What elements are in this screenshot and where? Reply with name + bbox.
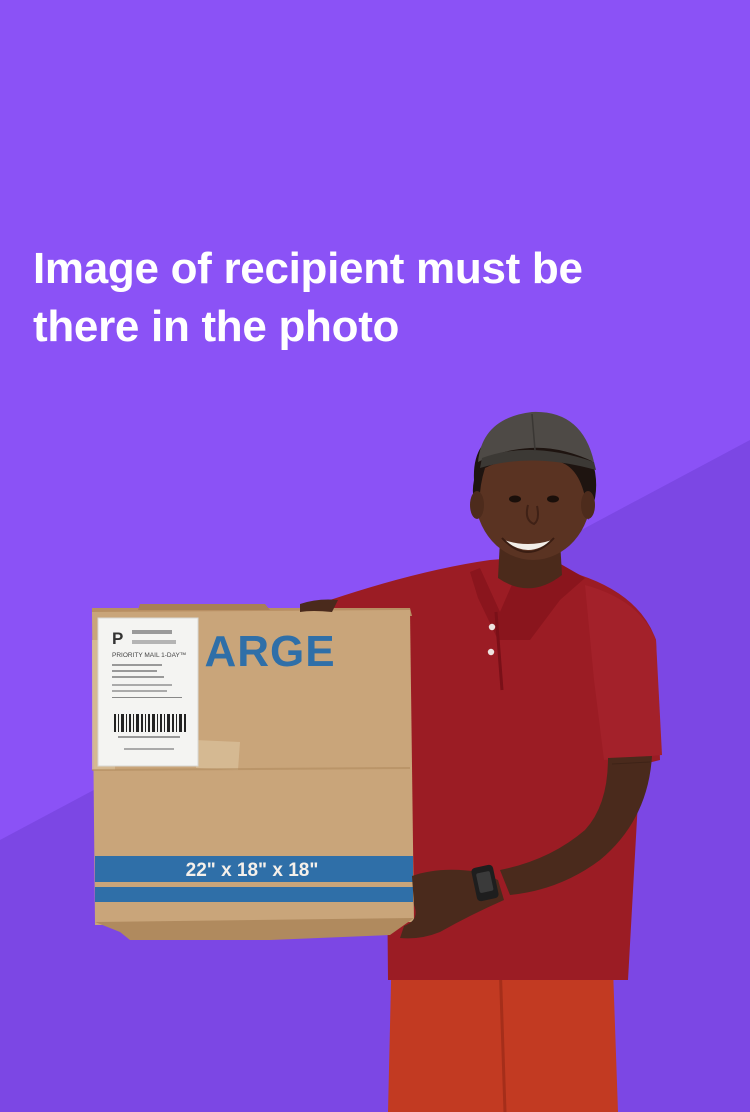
- shipping-label-service: PRIORITY MAIL 1-DAY™: [112, 652, 186, 659]
- box-dimensions-text: 22" x 18" x 18": [186, 860, 319, 881]
- box-brand-text: ARGE: [204, 627, 335, 676]
- shipping-label-letter: P: [112, 629, 123, 648]
- recipient-photo-guideline-screen: Image of recipient must be there in the …: [0, 0, 750, 1112]
- left-hand-shape: [300, 599, 338, 612]
- delivery-person-holding-box-photo-icon: 22" x 18" x 18" ARGE P PRIORITY MAIL 1-D…: [91, 411, 662, 1112]
- shipping-label: P PRIORITY MAIL 1-DAY™: [97, 617, 199, 767]
